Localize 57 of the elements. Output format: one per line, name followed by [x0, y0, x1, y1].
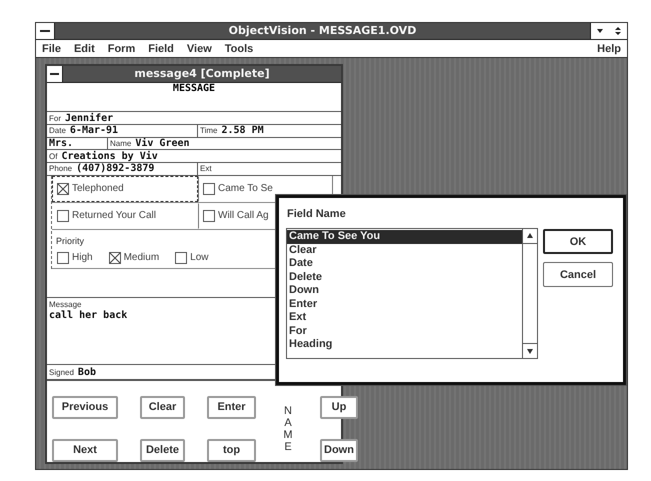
list-item[interactable]: Came To See You [287, 230, 522, 244]
form-button[interactable]: Down [320, 438, 358, 462]
field-label: Message [49, 300, 82, 309]
field-label: Time [200, 126, 218, 136]
form-button[interactable]: Enter [207, 396, 256, 419]
group-label: Priority [56, 236, 84, 246]
field-value[interactable]: Creations by Viv [61, 150, 158, 162]
form-button[interactable]: Clear [140, 396, 185, 419]
checkbox-label: High [72, 252, 93, 264]
checkbox-label: Medium [124, 252, 160, 264]
field-label: Phone [49, 164, 72, 174]
menu-item[interactable]: Help [597, 42, 621, 54]
form-button[interactable]: top [207, 438, 256, 462]
list-item[interactable]: Clear [287, 244, 522, 257]
form-button[interactable]: Next [52, 438, 118, 462]
checkbox-label: Low [190, 252, 208, 264]
list-item[interactable]: Ext [287, 311, 522, 324]
field-label: Signed [49, 368, 74, 377]
checkbox-label: Returned Your Call [72, 210, 156, 222]
list-item[interactable]: Down [287, 284, 522, 298]
form-button[interactable]: Delete [140, 438, 185, 462]
field-value[interactable]: Viv Green [135, 138, 190, 149]
form-button[interactable]: Up [320, 396, 358, 419]
field-value[interactable]: 6-Mar-91 [70, 125, 118, 136]
field-label: For [49, 114, 61, 123]
field-label: Date [49, 126, 66, 136]
menu-item[interactable]: Form [108, 42, 136, 54]
menu-item[interactable]: Edit [74, 42, 95, 54]
window-title: ObjectVision - MESSAGE1.OVD [55, 23, 590, 39]
list-item[interactable]: For [287, 324, 522, 338]
list-item[interactable]: Delete [287, 270, 522, 284]
field-value[interactable]: 2.58 PM [221, 125, 264, 136]
list-item[interactable]: Date [287, 257, 522, 270]
form-heading: MESSAGE [172, 83, 216, 95]
field-value[interactable]: Jennifer [65, 112, 114, 124]
field-value[interactable]: Mrs. [49, 138, 74, 149]
field-value[interactable]: call her back [49, 310, 128, 321]
field-value[interactable]: (407)892-3879 [76, 163, 154, 174]
checkbox-label: Will Call Ag [218, 210, 269, 222]
menu-item[interactable]: File [42, 42, 61, 54]
menu-item[interactable]: View [186, 42, 212, 54]
dialog-button[interactable]: Cancel [543, 262, 613, 287]
button-group-label: NAME [282, 404, 294, 454]
menu-item[interactable]: Field [148, 42, 174, 54]
form-title: message4 [Complete] [133, 66, 271, 82]
field-value[interactable]: Bob [78, 366, 96, 378]
form-button[interactable]: Previous [52, 396, 118, 419]
field-label: Ext [200, 164, 212, 174]
field-label: Of [49, 152, 58, 161]
menu-item[interactable]: Tools [224, 42, 254, 54]
list-item[interactable]: Enter [287, 298, 522, 311]
list-label: Field Name [287, 208, 346, 220]
dialog-button[interactable]: OK [543, 229, 613, 254]
list-item[interactable]: Heading [287, 338, 522, 352]
checkbox-label: Telephoned [72, 183, 124, 194]
checkbox-label: Came To Se [218, 183, 273, 194]
field-label: Name [110, 138, 132, 148]
